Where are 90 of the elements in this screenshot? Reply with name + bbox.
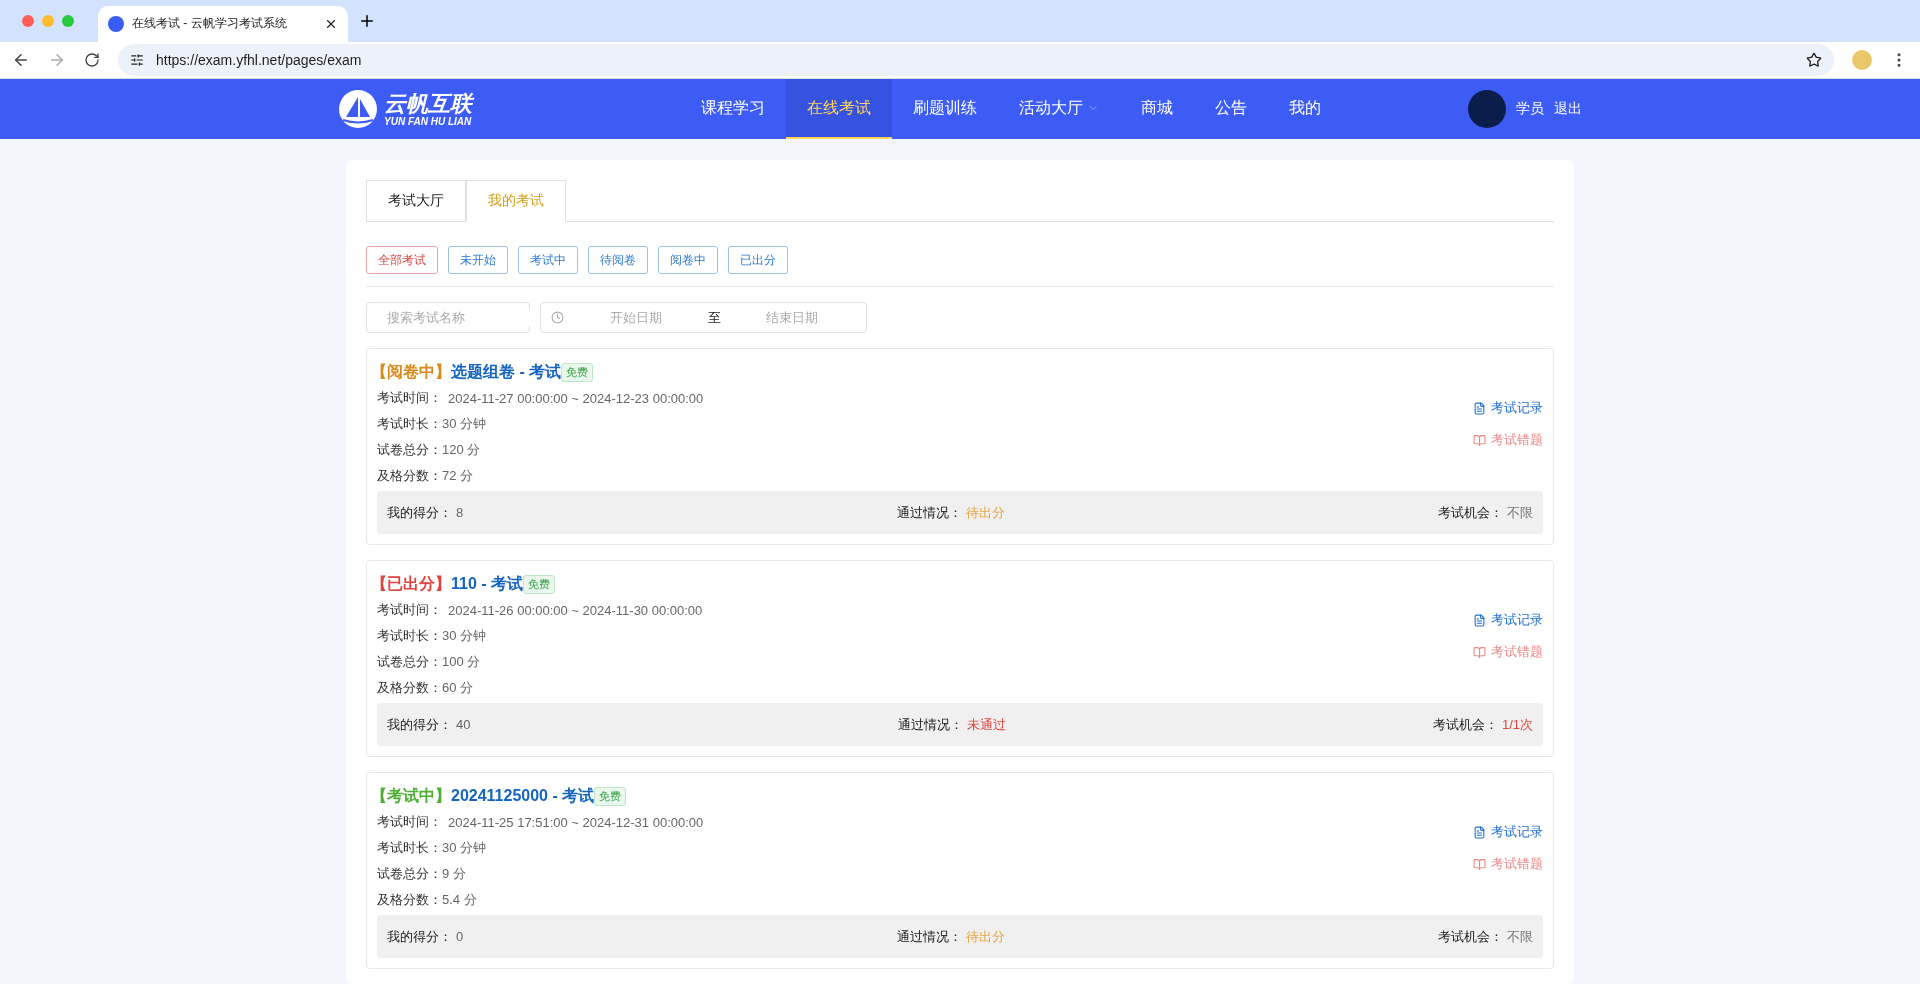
exam-title[interactable]: 110 - 考试 <box>451 573 524 595</box>
bookmark-star-icon[interactable] <box>1806 51 1822 68</box>
nav-link[interactable]: 课程学习 <box>680 79 786 139</box>
field-value: 5.4 分 <box>442 891 477 909</box>
filter-button[interactable]: 阅卷中 <box>658 246 718 274</box>
field-value: 2024-11-26 00:00:00 ~ 2024-11-30 00:00:00 <box>448 602 703 618</box>
pass-label: 通过情况： <box>896 503 962 522</box>
nav-link[interactable]: 我的 <box>1268 79 1342 139</box>
field-value: 100 分 <box>442 653 481 671</box>
chances-value: 不限 <box>1507 503 1533 522</box>
site-favicon-icon <box>108 15 124 32</box>
exam-title[interactable]: 选题组卷 - 考试 <box>451 361 562 383</box>
window-close-dot[interactable] <box>22 14 34 27</box>
field-value: 60 分 <box>442 679 474 697</box>
logout-link[interactable]: 退出 <box>1554 100 1582 118</box>
nav-link[interactable]: 在线考试 <box>786 79 892 139</box>
window-minimize-dot[interactable] <box>42 14 54 27</box>
document-icon <box>1473 613 1486 627</box>
nav-link[interactable]: 刷题训练 <box>892 79 998 139</box>
field-value: 2024-11-27 00:00:00 ~ 2024-12-23 00:00:00 <box>448 390 704 406</box>
score-label: 我的得分： <box>387 927 452 946</box>
nav-link[interactable]: 活动大厅 <box>998 79 1120 139</box>
field-value: 30 分钟 <box>442 839 487 857</box>
document-icon <box>1473 825 1486 839</box>
field-value: 120 分 <box>442 441 481 459</box>
pass-label: 通过情况： <box>896 927 962 946</box>
field-label: 考试时间： <box>377 389 442 407</box>
pass-value: 待出分 <box>965 927 1005 946</box>
score-value: 40 <box>456 717 471 732</box>
pass-value: 待出分 <box>965 503 1005 522</box>
score-label: 我的得分： <box>387 503 452 522</box>
score-value: 0 <box>456 929 464 944</box>
exam-record-link[interactable]: 考试记录 <box>1473 399 1543 417</box>
free-tag: 免费 <box>594 786 627 806</box>
sailboat-logo-icon <box>338 89 378 129</box>
field-label: 及格分数： <box>377 891 442 909</box>
field-label: 试卷总分： <box>377 653 442 671</box>
exam-status: 【阅卷中】 <box>371 361 451 382</box>
exam-record-link[interactable]: 考试记录 <box>1473 611 1543 629</box>
browser-tab[interactable]: 在线考试 - 云帆学习考试系统 <box>98 5 348 42</box>
score-label: 我的得分： <box>387 715 452 734</box>
field-value: 30 分钟 <box>442 415 487 433</box>
nav-link[interactable]: 公告 <box>1194 79 1268 139</box>
logo-subtitle: YUN FAN HU LIAN <box>384 115 472 127</box>
book-icon <box>1473 857 1486 871</box>
field-label: 及格分数： <box>377 679 442 697</box>
user-avatar[interactable] <box>1468 90 1506 128</box>
field-label: 试卷总分： <box>377 441 442 459</box>
exam-record-link[interactable]: 考试记录 <box>1473 823 1543 841</box>
book-icon <box>1473 645 1486 659</box>
score-value: 8 <box>456 505 464 520</box>
field-label: 试卷总分： <box>377 865 442 883</box>
field-label: 考试时间： <box>377 601 442 619</box>
field-label: 及格分数： <box>377 467 442 485</box>
book-icon <box>1473 433 1486 447</box>
field-label: 考试时长： <box>377 839 442 857</box>
chances-label: 考试机会： <box>1438 927 1503 946</box>
field-value: 9 分 <box>442 865 466 883</box>
free-tag: 免费 <box>561 362 594 382</box>
reload-icon[interactable] <box>84 51 100 68</box>
field-label: 考试时长： <box>377 415 442 433</box>
tab[interactable]: 考试大厅 <box>366 180 466 221</box>
chances-value: 不限 <box>1507 927 1533 946</box>
filter-button[interactable]: 未开始 <box>448 246 508 274</box>
field-label: 考试时长： <box>377 627 442 645</box>
field-value: 2024-11-25 17:51:00 ~ 2024-12-31 00:00:00 <box>448 814 704 830</box>
exam-status: 【已出分】 <box>371 573 451 594</box>
nav-link[interactable]: 商城 <box>1120 79 1194 139</box>
chances-value: 1/1次 <box>1501 715 1533 734</box>
date-separator: 至 <box>707 308 721 327</box>
date-range-field[interactable]: 开始日期 至 结束日期 <box>540 302 867 333</box>
field-value: 72 分 <box>442 467 474 485</box>
document-icon <box>1473 401 1486 415</box>
address-bar[interactable]: https://exam.yfhl.net/pages/exam <box>118 43 1834 76</box>
filter-button[interactable]: 已出分 <box>728 246 788 274</box>
pass-value: 未通过 <box>966 715 1006 734</box>
exam-title[interactable]: 20241125000 - 考试 <box>451 785 595 807</box>
window-maximize-dot[interactable] <box>62 14 74 27</box>
field-label: 考试时间： <box>377 813 442 831</box>
site-settings-icon[interactable] <box>130 52 144 67</box>
filter-button[interactable]: 考试中 <box>518 246 578 274</box>
pass-label: 通过情况： <box>897 715 963 734</box>
field-value: 30 分钟 <box>442 627 487 645</box>
exam-status: 【考试中】 <box>371 785 451 806</box>
chances-label: 考试机会： <box>1432 715 1498 734</box>
free-tag: 免费 <box>523 574 556 594</box>
filter-button[interactable]: 待阅卷 <box>588 246 648 274</box>
chances-label: 考试机会： <box>1438 503 1503 522</box>
user-role: 学员 <box>1516 100 1544 118</box>
filter-button[interactable]: 全部考试 <box>366 246 438 274</box>
